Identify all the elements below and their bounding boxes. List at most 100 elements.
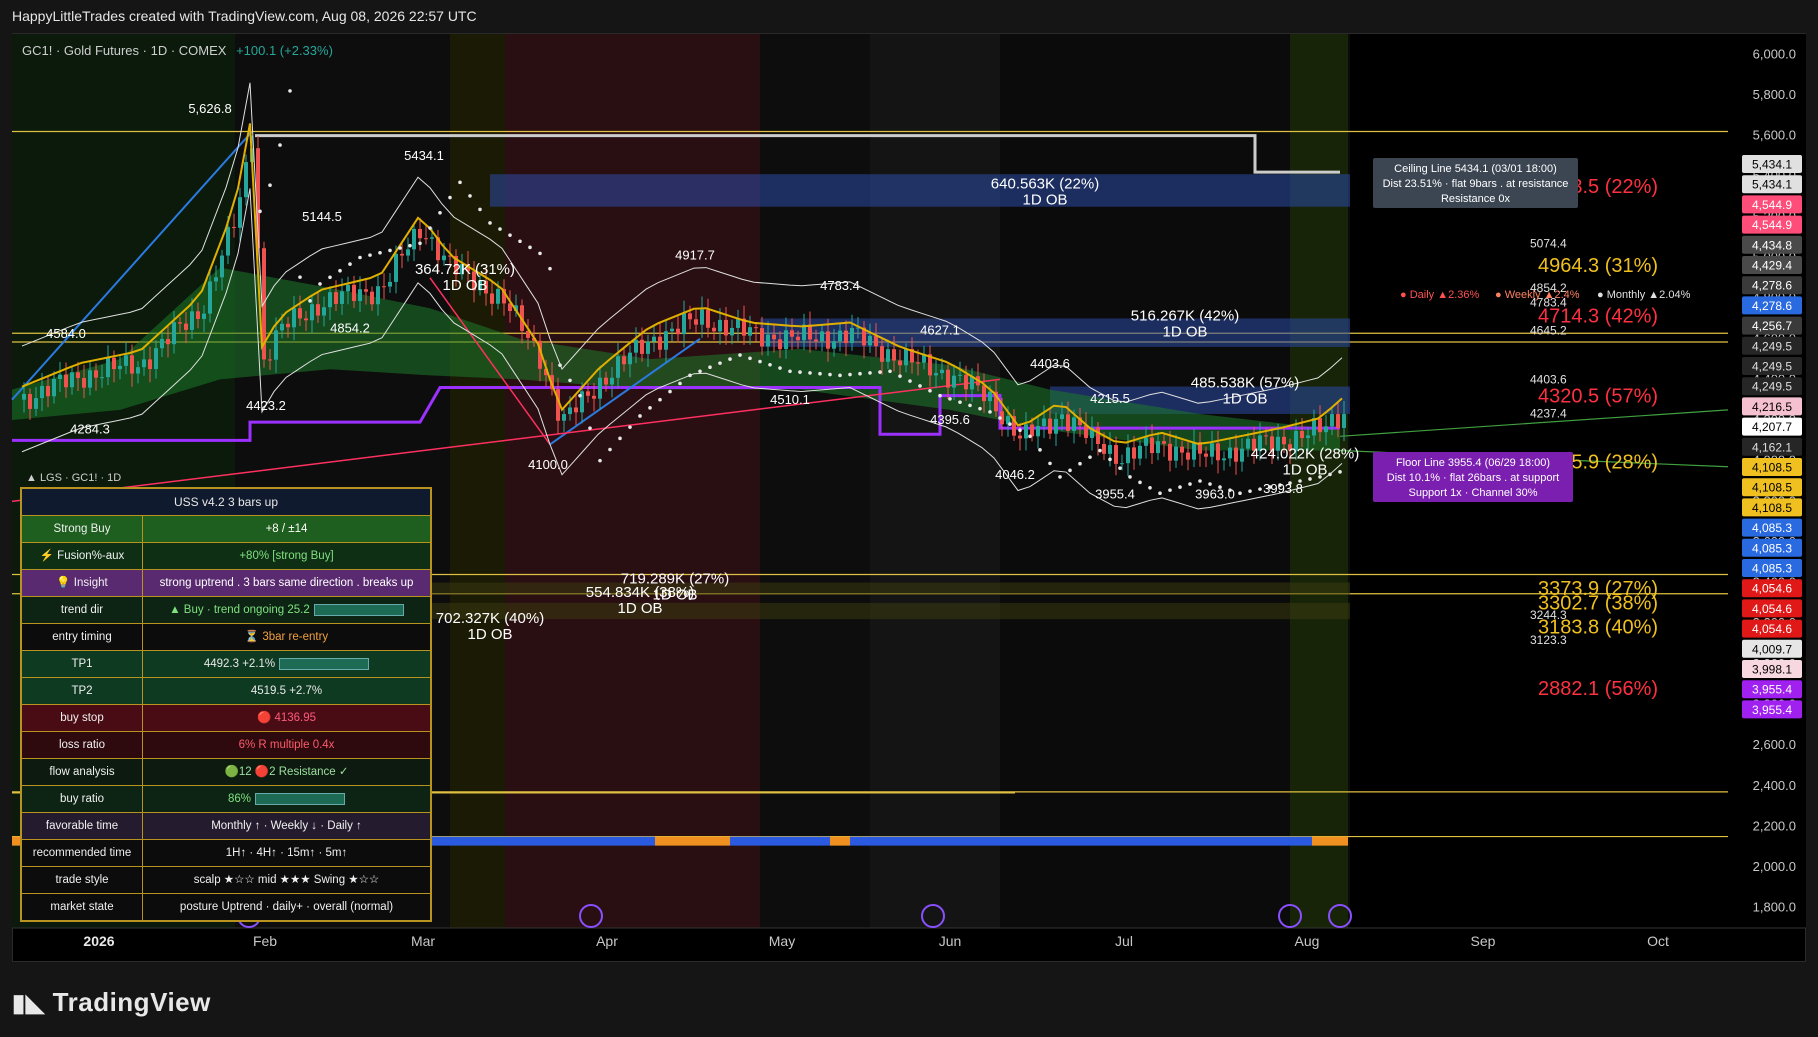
symbol-info: GC1! · Gold Futures · 1D · COMEX +100.1 … (22, 43, 333, 58)
trail-dot (588, 426, 592, 430)
trail-dot (708, 365, 712, 370)
trail-dot (858, 371, 862, 376)
trail-dot (668, 389, 672, 394)
candle-body (166, 338, 170, 345)
swing-label: 4510.1 (770, 392, 810, 407)
candle-body (760, 328, 764, 347)
order-block-level: 2882.1 (56%) (1538, 678, 1658, 700)
candle-body (796, 336, 800, 341)
right-level-label: 3244.3 (1530, 608, 1567, 622)
candle-body (676, 328, 680, 335)
panel-row-bar (255, 792, 346, 805)
trail-dot (298, 275, 302, 279)
panel-row-value: ⏳ 3bar re-entry (143, 624, 430, 650)
candle-body (214, 277, 218, 282)
trail-dot (558, 363, 562, 367)
candle-body (568, 407, 572, 415)
candle-body (814, 339, 818, 342)
candle-body (196, 311, 200, 319)
candle-body (490, 293, 494, 304)
candle-body (334, 292, 338, 304)
candle-body (1192, 442, 1196, 460)
candle-body (94, 370, 98, 378)
panel-row-value: scalp ★☆☆ mid ★★★ Swing ★☆☆ (143, 867, 430, 893)
trail-dot (738, 353, 742, 357)
panel-row-bar (279, 657, 370, 670)
trail-dot (398, 246, 402, 250)
legend-weekly: ● Weekly ▲2.4% (1495, 289, 1580, 301)
trail-dot (698, 369, 702, 374)
panel-row-value-text: 86% (227, 793, 252, 805)
candle-body (442, 255, 446, 261)
tradingview-logo: ▮◣ TradingView (12, 987, 211, 1018)
candle-body (1108, 445, 1112, 454)
price-tag: 4,544.9 (1752, 218, 1792, 232)
panel-row-label: Strong Buy (22, 516, 143, 542)
candle-body (682, 313, 686, 335)
candle-body (646, 341, 650, 354)
candle-body (46, 385, 50, 397)
candle-body (352, 284, 356, 302)
candle-body (982, 385, 986, 402)
candle-body (298, 308, 302, 319)
trail-dot (1028, 434, 1032, 439)
panel-row: trade style scalp ★☆☆ mid ★★★ Swing ★☆☆ (22, 867, 430, 894)
trail-dot (538, 251, 542, 256)
trail-dot (798, 370, 802, 374)
price-axis-tick: 2,200.0 (1753, 818, 1796, 833)
order-block-tf: 1D OB (1222, 391, 1267, 408)
candle-body (718, 319, 722, 332)
trail-dot (898, 374, 902, 378)
trail-dot (828, 372, 832, 377)
floor-box-line2: Dist 10.1% · flat 26bars . at support (1387, 472, 1559, 484)
order-block-volume: 516.267K (42%) (1131, 307, 1239, 324)
time-axis-tick: Sep (1471, 933, 1496, 949)
trail-dot (488, 221, 492, 225)
panel-row-value: 1H↑ · 4H↑ · 15m↑ · 5m↑ (143, 840, 430, 866)
trail-dot (358, 255, 362, 260)
price-axis-tick: 1,800.0 (1753, 900, 1796, 915)
trail-dot (818, 371, 822, 376)
candle-body (1144, 437, 1148, 446)
order-block-tf: 1D OB (467, 626, 512, 643)
candle-body (730, 327, 734, 336)
trail-dot (868, 371, 872, 375)
candle-body (316, 304, 320, 316)
candle-body (946, 369, 950, 388)
panel-row: entry timing ⏳ 3bar re-entry (22, 624, 430, 651)
candle-body (52, 378, 56, 397)
candle-body (1024, 424, 1028, 439)
candle-body (112, 357, 116, 370)
trail-dot (678, 381, 682, 386)
candle-body (358, 289, 362, 302)
order-block-volume: 364.72K (31%) (415, 261, 515, 278)
signal-ribbon (655, 836, 730, 846)
swing-label: 5434.1 (404, 148, 444, 163)
candle-body (136, 367, 140, 374)
symbol-change: +100.1 (+2.33%) (236, 43, 333, 58)
candle-body (958, 374, 962, 376)
price-tag: 4,108.5 (1752, 481, 1792, 495)
price-tag: 4,278.6 (1752, 279, 1792, 293)
trail-dot (278, 143, 282, 147)
candle-body (1060, 414, 1064, 420)
candle-body (394, 253, 398, 282)
price-tag: 4,544.9 (1752, 198, 1792, 212)
right-level-label: 3123.3 (1530, 633, 1567, 647)
candle-body (178, 322, 182, 324)
candle-body (784, 330, 788, 350)
price-tag: 4,162.1 (1752, 440, 1792, 454)
panel-row-label: 💡 Insight (22, 570, 143, 596)
swing-label: 4395.6 (930, 412, 970, 427)
swing-label: 4584.0 (46, 326, 86, 341)
panel-row-label: loss ratio (22, 732, 143, 758)
swing-label: 5,626.8 (188, 101, 231, 116)
panel-row-value: 86% (143, 786, 430, 812)
ceiling-box-title: Ceiling Line 5434.1 (03/01 18:00) (1394, 163, 1557, 175)
trail-dot (878, 370, 882, 374)
price-axis-tick: 2,000.0 (1753, 859, 1796, 874)
panel-row-bar (313, 603, 404, 616)
price-tag: 4,249.5 (1752, 339, 1792, 353)
panel-row: Strong Buy +8 / ±14 (22, 516, 430, 543)
order-block-volume: 485.538K (57%) (1191, 375, 1299, 392)
